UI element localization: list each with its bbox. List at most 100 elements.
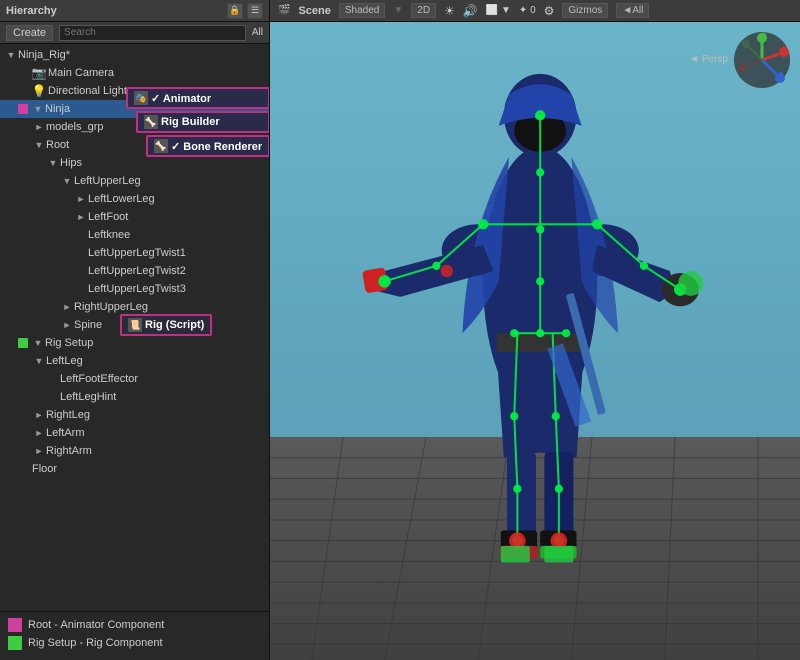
light-icon: 💡 xyxy=(32,84,46,98)
svg-text:X: X xyxy=(782,46,787,53)
scene-toolbar: 🎬 Scene Shaded ▼ 2D ☀ 🔊 ⬜ ▼ ✦ 0 ⚙ Gizmos… xyxy=(270,0,800,22)
leftleg-label: LeftLeg xyxy=(46,355,83,367)
leftlowerleg-label: LeftLowerLeg xyxy=(88,193,155,205)
leftleghint-arrow xyxy=(46,390,60,404)
tree-item-rightarm[interactable]: RightArm xyxy=(0,442,269,460)
rig-script-badge-label: Rig (Script) xyxy=(145,319,204,331)
root-label: Root xyxy=(46,139,69,151)
leftarm-arrow xyxy=(32,426,46,440)
hierarchy-toolbar: Create All xyxy=(0,22,269,44)
mode-2d-button[interactable]: 2D xyxy=(411,3,436,18)
legend-label-rig: Rig Setup - Rig Component xyxy=(28,637,163,649)
search-input[interactable] xyxy=(59,25,246,41)
legend-label-root: Root - Animator Component xyxy=(28,619,164,631)
all-filter[interactable]: All xyxy=(252,27,263,38)
hierarchy-header-controls: 🔒 ☰ xyxy=(227,3,263,19)
svg-text:Y: Y xyxy=(763,32,768,39)
create-button[interactable]: Create xyxy=(6,25,53,41)
models-grp-label: models_grp xyxy=(46,121,103,133)
main-camera-arrow xyxy=(18,66,32,80)
svg-text:Z: Z xyxy=(779,72,784,79)
tree-item-rig-setup[interactable]: Rig Setup xyxy=(0,334,269,352)
persp-label: ◄ Persp xyxy=(689,54,728,65)
leftupperleg-arrow xyxy=(60,174,74,188)
effects-icon: ✦ 0 xyxy=(519,5,536,16)
leftfooteffector-label: LeftFootEffector xyxy=(60,373,138,385)
hips-arrow xyxy=(46,156,60,170)
animator-badge-icon: 🎭 xyxy=(134,91,148,105)
gizmos-button[interactable]: Gizmos xyxy=(562,3,608,18)
legend-dot-pink xyxy=(8,618,22,632)
twist2-label: LeftUpperLegTwist2 xyxy=(88,265,186,277)
gizmo-svg: Y X Z xyxy=(732,30,792,90)
rig-setup-color-dot xyxy=(18,338,28,348)
rig-script-badge: 📜 Rig (Script) xyxy=(120,314,212,336)
models-grp-arrow xyxy=(32,120,46,134)
lock-icon[interactable]: 🔒 xyxy=(227,3,243,19)
leftupperleg-label: LeftUpperLeg xyxy=(74,175,141,187)
component-badges: 🎭 ✓ Animator 🦴 Rig Builder 🦴 ✓ Bone Rend… xyxy=(126,87,269,157)
hierarchy-panel: Hierarchy 🔒 ☰ Create All Ninja_Rig* 📷 xyxy=(0,0,270,660)
audio-icon: 🔊 xyxy=(463,4,478,18)
root-arrow xyxy=(32,138,46,152)
rig-setup-arrow xyxy=(31,336,45,350)
hierarchy-header: Hierarchy 🔒 ☰ xyxy=(0,0,269,22)
rig-builder-badge: 🦴 Rig Builder xyxy=(136,111,269,133)
tree-item-leftlowerleg[interactable]: LeftLowerLeg xyxy=(0,190,269,208)
spine-label: Spine xyxy=(74,319,102,331)
twist1-label: LeftUpperLegTwist1 xyxy=(88,247,186,259)
shaded-button[interactable]: Shaded xyxy=(339,3,385,18)
tree-item-main-camera[interactable]: 📷 Main Camera xyxy=(0,64,269,82)
tree-item-leftupperlegtwist1[interactable]: LeftUpperLegTwist1 xyxy=(0,244,269,262)
rightupperleg-label: RightUpperLeg xyxy=(74,301,148,313)
rig-script-badge-icon: 📜 xyxy=(128,318,142,332)
rightleg-label: RightLeg xyxy=(46,409,90,421)
scene-viewport[interactable]: Y X Z ◄ Persp xyxy=(270,22,800,660)
tree-item-leftleg[interactable]: LeftLeg xyxy=(0,352,269,370)
rightarm-label: RightArm xyxy=(46,445,92,457)
leftfoot-arrow xyxy=(74,210,88,224)
leftknee-label: Leftknee xyxy=(88,229,130,241)
rightleg-arrow xyxy=(32,408,46,422)
legend-item-root: Root - Animator Component xyxy=(8,618,261,632)
menu-icon[interactable]: ☰ xyxy=(247,3,263,19)
scene-svg xyxy=(270,22,800,660)
tree-item-leftupperlegtwist2[interactable]: LeftUpperLegTwist2 xyxy=(0,262,269,280)
settings-icon[interactable]: ⚙ xyxy=(544,4,555,18)
leftfoot-label: LeftFoot xyxy=(88,211,128,223)
bone-renderer-badge-label: ✓ Bone Renderer xyxy=(171,140,262,153)
main-camera-label: Main Camera xyxy=(48,67,114,79)
twist1-arrow xyxy=(74,246,88,260)
all-button[interactable]: ◄All xyxy=(616,3,649,18)
tree-item-leftleghint[interactable]: LeftLegHint xyxy=(0,388,269,406)
tree-item-leftknee[interactable]: Leftknee xyxy=(0,226,269,244)
legend-dot-green xyxy=(8,636,22,650)
tree-item-floor[interactable]: Floor xyxy=(0,460,269,478)
tree-item-leftfoot[interactable]: LeftFoot xyxy=(0,208,269,226)
floor-label: Floor xyxy=(32,463,57,475)
bone-renderer-badge: 🦴 ✓ Bone Renderer xyxy=(146,135,269,157)
tree-item-leftarm[interactable]: LeftArm xyxy=(0,424,269,442)
tree-item-leftupperleg[interactable]: LeftUpperLeg xyxy=(0,172,269,190)
tree-item-leftfooteffector[interactable]: LeftFootEffector xyxy=(0,370,269,388)
rightarm-arrow xyxy=(32,444,46,458)
scene-root-arrow xyxy=(4,48,18,62)
toolbar-sep1: ▼ xyxy=(393,5,403,16)
scene-root-item[interactable]: Ninja_Rig* xyxy=(0,46,269,64)
rig-setup-label: Rig Setup xyxy=(45,337,93,349)
leftleg-arrow xyxy=(32,354,46,368)
rig-builder-badge-label: Rig Builder xyxy=(161,116,220,128)
viewport-options: ⬜ ▼ xyxy=(486,5,511,16)
sun-icon: ☀ xyxy=(444,4,455,18)
hierarchy-tree[interactable]: Ninja_Rig* 📷 Main Camera 💡 Directional L… xyxy=(0,44,269,611)
animator-badge: 🎭 ✓ Animator xyxy=(126,87,269,109)
scene-title: Scene xyxy=(298,5,330,17)
hierarchy-title: Hierarchy xyxy=(6,5,57,17)
rig-builder-badge-icon: 🦴 xyxy=(144,115,158,129)
scene-tab-icon: 🎬 xyxy=(278,5,290,16)
tree-item-rightleg[interactable]: RightLeg xyxy=(0,406,269,424)
tree-item-leftupperlegtwist3[interactable]: LeftUpperLegTwist3 xyxy=(0,280,269,298)
directional-light-label: Directional Light xyxy=(48,85,127,97)
leftfooteffector-arrow xyxy=(46,372,60,386)
legend-item-rig: Rig Setup - Rig Component xyxy=(8,636,261,650)
